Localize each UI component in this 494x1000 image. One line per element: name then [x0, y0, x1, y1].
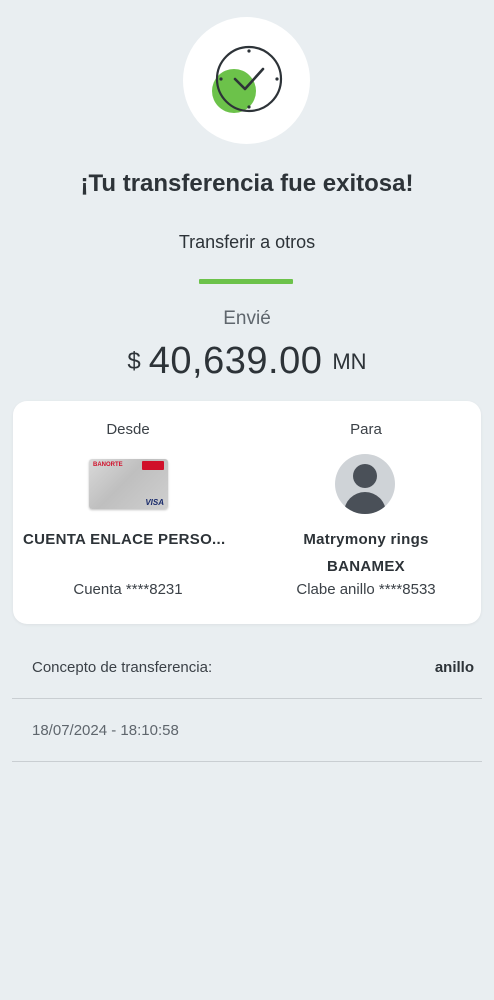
transfer-success-screen: ¡Tu transferencia fue exitosa! Transferi… [0, 0, 494, 1000]
concept-row: Concepto de transferencia: anillo [12, 650, 482, 699]
transfer-timestamp: 18/07/2024 - 18:10:58 [32, 722, 179, 739]
card-brand: BANORTE [93, 462, 123, 468]
source-account-number: Cuenta ****8231 [73, 581, 183, 598]
destination-account: Para Matrymony rings BANAMEX Clabe anill… [251, 401, 481, 624]
tab-underline [199, 279, 293, 284]
sent-label: Envié [223, 308, 271, 329]
success-title: ¡Tu transferencia fue exitosa! [80, 170, 414, 197]
concept-value: anillo [434, 659, 474, 676]
transfer-details-card: Desde BANORTE VISA CUENTA ENLACE PERSO..… [13, 401, 481, 624]
amount-display: $40,639.00 MN [0, 340, 494, 383]
timestamp-row: 18/07/2024 - 18:10:58 [12, 700, 482, 762]
recipient-bank: BANAMEX [327, 558, 405, 575]
clock-check-icon [212, 45, 283, 113]
recipient-account-number: Clabe anillo ****8533 [296, 581, 436, 598]
transfer-type-tab: Transferir a otros [178, 232, 316, 252]
concept-label: Concepto de transferencia: [32, 659, 213, 676]
source-account: Desde BANORTE VISA CUENTA ENLACE PERSO..… [13, 401, 243, 624]
user-avatar-icon [335, 454, 395, 514]
destination-heading: Para [350, 421, 382, 438]
debit-card-image: BANORTE VISA [89, 459, 168, 509]
recipient-name: Matrymony rings [303, 531, 429, 548]
currency-unit: MN [332, 349, 367, 374]
currency-symbol: $ [127, 348, 141, 375]
card-network: VISA [145, 498, 164, 507]
success-badge [183, 17, 310, 144]
source-heading: Desde [106, 421, 150, 438]
amount-value: 40,639.00 [148, 340, 323, 382]
source-account-name: CUENTA ENLACE PERSO... [23, 531, 226, 548]
card-tag [142, 461, 164, 470]
